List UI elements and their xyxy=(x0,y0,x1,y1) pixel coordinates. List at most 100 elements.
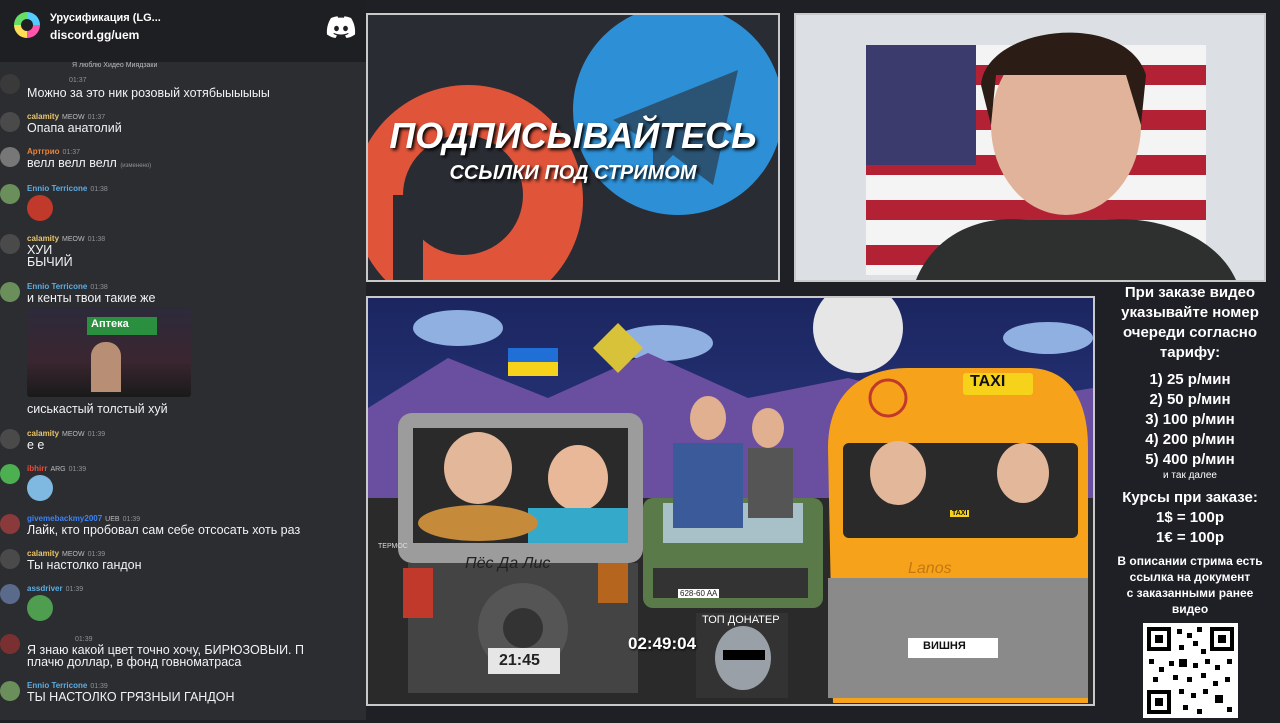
message-meta: 01:37 xyxy=(69,77,87,84)
cloud xyxy=(1003,322,1093,354)
qr-code xyxy=(1143,623,1238,718)
message-text: Ты настолко гандон xyxy=(27,558,142,572)
chat-message: Ennio Terricone 01:38 xyxy=(0,182,366,222)
chat-message: calamity MEOW 01:39 Ты настолко гандон xyxy=(0,547,366,575)
rates-heading: Курсы при заказе: xyxy=(1122,489,1258,506)
message-text: сиськастый толстый хуй xyxy=(27,402,168,416)
ukraine-flag xyxy=(508,348,558,376)
message-meta: calamity MEOW 01:39 xyxy=(27,429,106,438)
left-car-label: Пёс Да Лис xyxy=(465,555,551,572)
clock-display: 21:45 xyxy=(499,652,540,669)
avatar xyxy=(0,234,20,254)
desc-line: В описании стрима есть xyxy=(1117,554,1263,568)
avatar xyxy=(0,112,20,132)
message-meta: ibhirr ARG 01:39 xyxy=(27,464,87,473)
info-line: При заказе видео xyxy=(1124,284,1256,301)
pharmacy-sign-text: Аптека xyxy=(91,318,129,330)
desc-line: с заказанными ранее xyxy=(1126,586,1254,600)
chat-header: Урусификация (LG... discord.gg/uem xyxy=(0,0,366,62)
info-line: указывайте номер xyxy=(1121,304,1259,321)
taxi-sign: TAXI xyxy=(970,373,1006,390)
message-meta: Ennio Terricone 01:39 xyxy=(27,681,108,690)
taxi-card: TAXI xyxy=(950,510,970,517)
chat-message: сиськастый толстый хуй xyxy=(0,402,366,418)
message-text: плачю доллар, в фонд говноматраса xyxy=(27,655,242,669)
message-meta: 01:39 xyxy=(75,636,93,643)
avatar xyxy=(0,549,20,569)
message-meta: Ennio Terricone 01:38 xyxy=(27,184,108,193)
termos-label: ТЕРМОС xyxy=(378,543,408,550)
chat-overlay: Урусификация (LG... discord.gg/uem Я люб… xyxy=(0,0,366,720)
chat-message: ibhirr ARG 01:39 xyxy=(0,462,366,502)
desc-line: видео xyxy=(1171,602,1209,616)
promo-panel: ПОДПИСЫВАЙТЕСЬ ССЫЛКИ ПОД СТРИМОМ xyxy=(366,13,780,282)
tariff-item: 2) 50 р/мин xyxy=(1149,391,1231,408)
message-meta: calamity MEOW 01:39 xyxy=(27,549,106,558)
message-meta: givemebackmy2007 UEB 01:39 xyxy=(27,514,141,523)
tariff-item: 3) 100 р/мин xyxy=(1145,411,1235,428)
info-line: очереди согласно xyxy=(1122,324,1258,341)
message-meta: calamity MEOW 01:38 xyxy=(27,234,106,243)
angry-emote xyxy=(27,195,53,221)
person xyxy=(91,342,121,392)
avatar xyxy=(0,584,20,604)
message-text: е е xyxy=(27,438,45,452)
scene-panel: Пёс Да Лис 21:45 628-60 AA TAXI Lanos ВИ… xyxy=(366,296,1095,706)
message-text: ТЫ НАСТОЛКО ГРЯЗНЫИ ГАНДОН xyxy=(27,690,235,704)
chat-message: calamity MEOW 01:37 Опапа анатолий xyxy=(0,110,366,140)
chat-message: calamity MEOW 01:38 ХУИ БЫЧИЙ xyxy=(0,232,366,272)
message-meta: calamity MEOW 01:37 xyxy=(27,112,106,121)
rate-item: 1€ = 100р xyxy=(1156,529,1224,546)
taxi-brand: Lanos xyxy=(908,560,952,577)
message-text: БЫЧИЙ xyxy=(27,255,73,269)
top-donater-label: ТОП ДОНАТЕР xyxy=(702,614,780,626)
taxi-plate: ВИШНЯ xyxy=(923,640,966,652)
invite-link[interactable]: discord.gg/uem xyxy=(50,28,139,42)
chat-message: givemebackmy2007 UEB 01:39 Лайк, кто пробо… xyxy=(0,512,366,540)
promo-subtitle: ССЫЛКИ ПОД СТРИМОМ xyxy=(449,162,697,184)
chat-message: assdriver 01:39 xyxy=(0,582,366,622)
tariff-item: 4) 200 р/мин xyxy=(1145,431,1235,448)
chat-message: Артгрио 01:37 велл велл велл (изменено) xyxy=(0,145,366,175)
promo-title: ПОДПИСЫВАЙТЕСЬ xyxy=(389,115,757,156)
message-text: и кенты твои такие же xyxy=(27,291,156,305)
server-name: Урусификация (LG... xyxy=(50,12,161,24)
avatar xyxy=(0,464,20,484)
rate-item: 1$ = 100р xyxy=(1156,509,1224,526)
avatar xyxy=(0,74,20,94)
tariff-item: 1) 25 р/мин xyxy=(1149,371,1231,388)
avatar xyxy=(0,514,20,534)
message-meta: Ennio Terricone 01:38 xyxy=(27,282,108,291)
chat-message: Я люблю Хидео Миядзаки 01:37 Можно за эт… xyxy=(0,62,366,102)
message-meta: assdriver 01:39 xyxy=(27,584,84,593)
taxi-van xyxy=(828,368,1088,703)
order-info: При заказе видео указывайте номер очеред… xyxy=(1100,283,1280,617)
chat-message: Ennio Terricone 01:39 ТЫ НАСТОЛКО ГРЯЗНЫИ… xyxy=(0,679,366,709)
avatar xyxy=(0,634,20,654)
chat-message: Ennio Terricone 01:38 и кенты твои такие … xyxy=(0,280,366,400)
desc-line: ссылка на документ xyxy=(1129,570,1251,584)
message-text: Опапа анатолий xyxy=(27,121,122,135)
scene-art xyxy=(368,298,1093,704)
tariff-etc: и так далее xyxy=(1163,470,1217,481)
message-text: Лайк, кто пробовал сам себе отсосать хот… xyxy=(27,523,301,537)
reply-preview: Я люблю Хидео Миядзаки xyxy=(72,62,158,69)
message-meta: Артгрио 01:37 xyxy=(27,147,81,156)
message-text: Можно за это ник розовый хотябыыыыыы xyxy=(27,86,270,100)
attached-image[interactable]: Аптека xyxy=(27,307,191,397)
avatar xyxy=(0,147,20,167)
discord-icon xyxy=(326,16,356,38)
message-text: велл велл велл (изменено) xyxy=(27,156,152,170)
chat-message: 01:39 Я знаю какой цвет точно хочу, БИРЮ… xyxy=(0,632,366,672)
avatar xyxy=(0,429,20,449)
stream-timer: 02:49:04 xyxy=(628,634,697,653)
webcam-feed xyxy=(796,15,1264,280)
avatar xyxy=(0,282,20,302)
avatar xyxy=(0,184,20,204)
info-line: тарифу: xyxy=(1159,344,1221,361)
webcam-panel xyxy=(794,13,1266,282)
chat-message: calamity MEOW 01:39 е е xyxy=(0,427,366,455)
pepe-emote xyxy=(27,595,53,621)
server-icon xyxy=(14,12,40,38)
crying-emote xyxy=(27,475,53,501)
